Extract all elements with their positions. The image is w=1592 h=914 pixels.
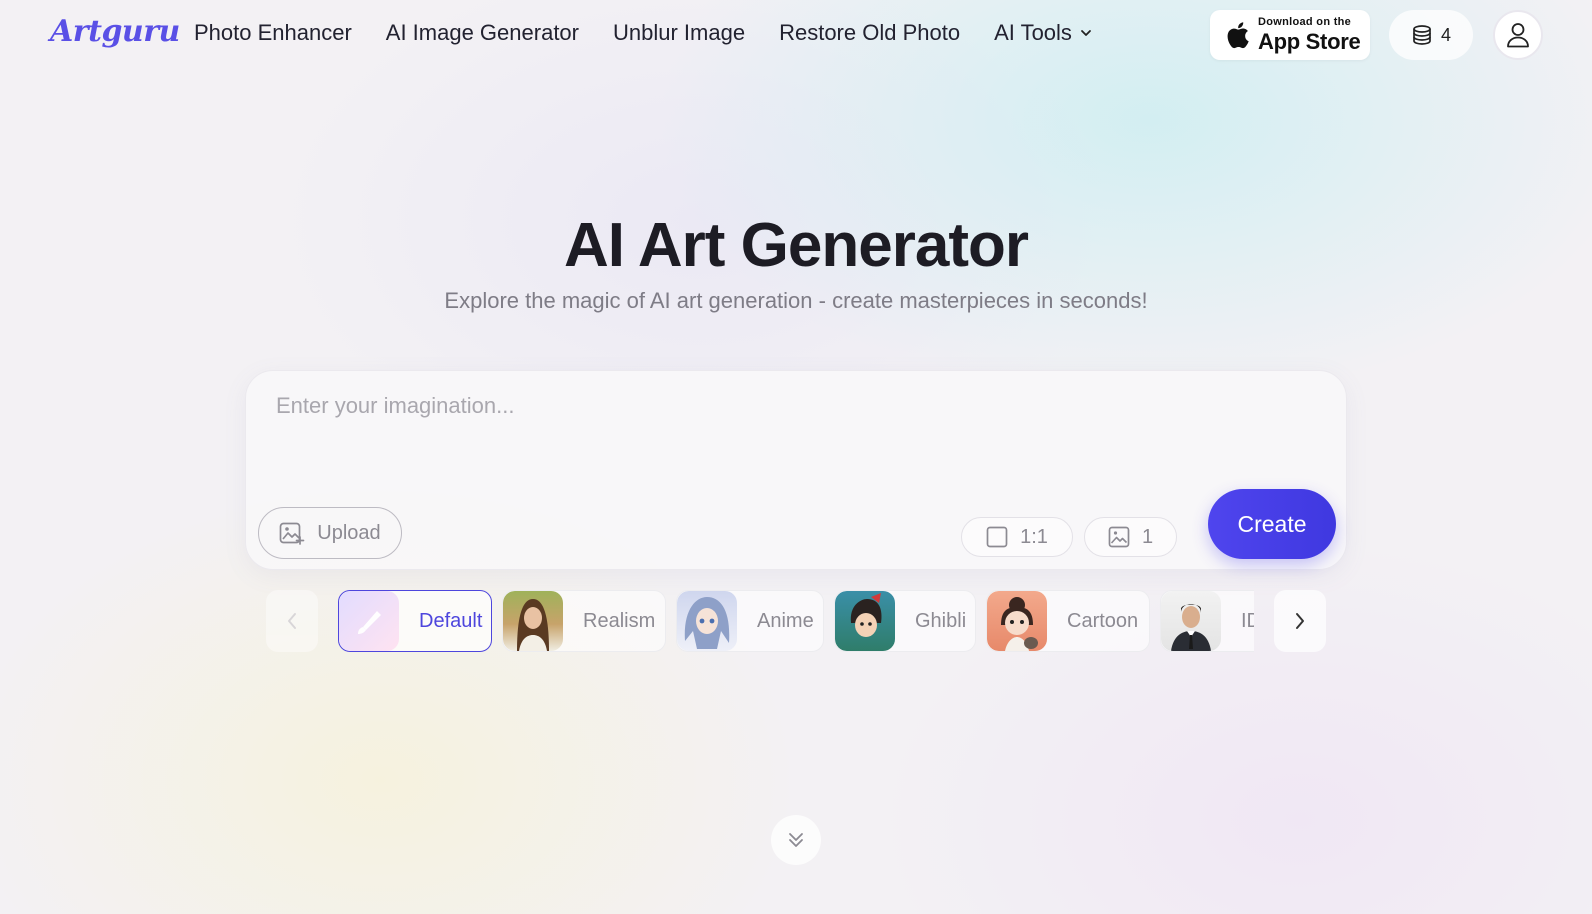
style-label: Anime xyxy=(757,609,814,632)
image-count-value: 1 xyxy=(1141,525,1154,548)
style-label: Ghibli xyxy=(915,609,967,632)
coins-stack-icon xyxy=(1413,25,1431,45)
upload-label: Upload xyxy=(317,521,381,544)
style-chip-id[interactable]: ID xyxy=(1160,590,1254,652)
styles-next-button[interactable] xyxy=(1274,590,1326,652)
aspect-ratio-selector[interactable]: 1:1 xyxy=(961,517,1073,557)
user-icon xyxy=(1507,23,1529,48)
anime-style-thumbnail xyxy=(677,591,737,651)
style-chip-anime[interactable]: Anime xyxy=(676,590,824,652)
default-style-thumbnail xyxy=(339,591,399,651)
style-label: ID xyxy=(1241,609,1254,632)
ghibli-style-thumbnail xyxy=(835,591,895,651)
page-title: AI Art Generator xyxy=(563,211,1029,280)
style-chip-cartoon[interactable]: Cartoon xyxy=(986,590,1150,652)
credits-count: 4 xyxy=(1440,24,1451,45)
style-chip-realism[interactable]: Realism xyxy=(502,590,666,652)
create-button[interactable]: Create xyxy=(1208,489,1336,559)
square-ratio-icon xyxy=(986,526,1008,548)
top-header: Artguru Photo Enhancer AI Image Generato… xyxy=(0,0,1592,72)
paintbrush-icon xyxy=(358,611,381,634)
style-label: Realism xyxy=(583,609,656,632)
realism-style-thumbnail xyxy=(503,591,563,651)
chevron-left-icon xyxy=(288,613,296,629)
cartoon-girl-icon xyxy=(1001,597,1038,651)
nav-label: AI Image Generator xyxy=(385,20,579,45)
user-avatar-button[interactable] xyxy=(1493,10,1543,60)
main-nav: Photo Enhancer AI Image Generator Unblur… xyxy=(194,20,1126,46)
nav-ai-image-generator[interactable]: AI Image Generator xyxy=(386,20,579,46)
man-portrait-icon xyxy=(1171,604,1211,651)
nav-photo-enhancer[interactable]: Photo Enhancer xyxy=(194,20,352,46)
app-store-big-text: App Store xyxy=(1258,29,1361,54)
anime-girl-icon xyxy=(684,597,730,649)
style-selector: Default Realism Anime Ghibli Cartoon I xyxy=(266,590,1326,652)
scroll-down-button[interactable] xyxy=(771,815,821,865)
nav-label: AI Tools xyxy=(994,20,1072,45)
nav-ai-tools-dropdown[interactable]: AI Tools xyxy=(994,20,1092,46)
page-subtitle: Explore the magic of AI art generation -… xyxy=(444,288,1148,313)
double-chevron-down-icon xyxy=(789,833,803,847)
style-chip-track: Default Realism Anime Ghibli Cartoon I xyxy=(338,590,1254,652)
woman-portrait-icon xyxy=(517,599,549,651)
prompt-input[interactable] xyxy=(276,393,1316,453)
image-icon xyxy=(1108,526,1130,548)
style-label: Cartoon xyxy=(1067,609,1139,632)
nav-unblur-image[interactable]: Unblur Image xyxy=(613,20,745,46)
aspect-ratio-value: 1:1 xyxy=(1020,525,1048,548)
credits-button[interactable]: 4 xyxy=(1389,10,1473,60)
cartoon-style-thumbnail xyxy=(987,591,1047,651)
upload-button[interactable]: Upload xyxy=(258,507,402,559)
nav-label: Restore Old Photo xyxy=(779,20,961,45)
style-chip-default[interactable]: Default xyxy=(338,590,492,652)
id-style-thumbnail xyxy=(1161,591,1221,651)
image-count-selector[interactable]: 1 xyxy=(1084,517,1177,557)
image-upload-icon xyxy=(279,522,305,545)
app-store-small-text: Download on the xyxy=(1258,16,1352,28)
styles-prev-button[interactable] xyxy=(266,590,318,652)
chevron-down-icon xyxy=(1081,30,1091,36)
nav-label: Photo Enhancer xyxy=(194,20,352,45)
style-label: Default xyxy=(419,609,483,632)
chevron-right-icon xyxy=(1296,613,1304,629)
ghibli-character-icon xyxy=(850,593,882,637)
artguru-logo[interactable]: Artguru xyxy=(50,14,180,49)
prompt-panel: Upload 1:1 1 Create xyxy=(245,370,1347,570)
style-chip-ghibli[interactable]: Ghibli xyxy=(834,590,976,652)
app-store-text: Download on the App Store xyxy=(1258,16,1361,54)
apple-icon xyxy=(1227,22,1249,49)
app-store-badge[interactable]: Download on the App Store xyxy=(1210,10,1370,60)
nav-label: Unblur Image xyxy=(613,20,746,45)
nav-restore-old-photo[interactable]: Restore Old Photo xyxy=(779,20,960,46)
